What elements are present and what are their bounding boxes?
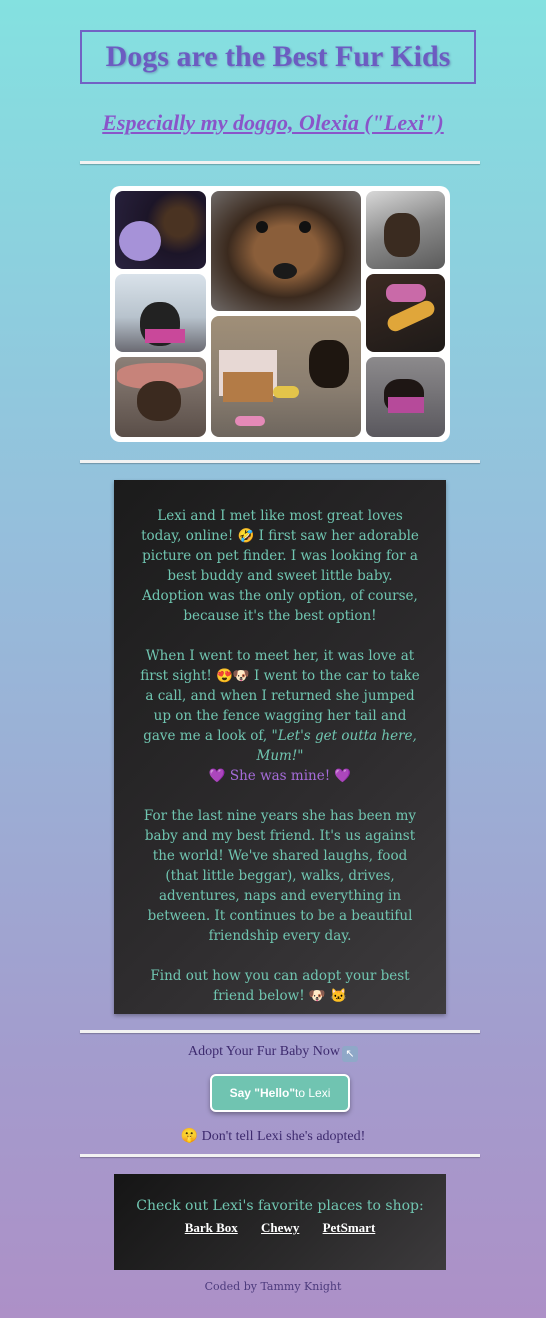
secret-note: 🤫 Don't tell Lexi she's adopted!: [180, 1129, 366, 1144]
story-she-was-mine: 💜 She was mine! 💜: [208, 768, 352, 784]
divider: [80, 1154, 480, 1157]
divider: [80, 1030, 480, 1033]
say-hello-button-rest: to Lexi: [295, 1086, 331, 1100]
link-petsmart[interactable]: PetSmart: [323, 1220, 376, 1235]
say-hello-button[interactable]: Say "Hello" to Lexi: [210, 1074, 350, 1112]
adopt-line: Adopt Your Fur Baby Now ↖: [0, 1044, 546, 1062]
say-hello-button-bold: Say "Hello": [229, 1086, 296, 1100]
photo-lexi-blanket: [115, 191, 206, 269]
shop-links: Bark Box Chewy PetSmart: [114, 1220, 446, 1236]
page-subtitle: Especially my doggo, Olexia ("Lexi"): [102, 110, 444, 135]
photo-lexi-barkbox: [211, 316, 361, 437]
story-quote: "Let's get outta here, Mum!": [256, 728, 417, 764]
story-paragraph-3: For the last nine years she has been my …: [143, 808, 417, 944]
adopt-text: Adopt Your Fur Baby Now: [187, 1044, 341, 1059]
shop-card: Check out Lexi's favorite places to shop…: [114, 1174, 446, 1270]
photo-lexi-sweater: [366, 357, 445, 437]
divider: [80, 161, 480, 164]
photo-lexi-closeup: [211, 191, 361, 311]
photo-lexi-toy: [366, 274, 445, 352]
footer-credit: Coded by Tammy Knight: [204, 1280, 342, 1293]
title-box: Dogs are the Best Fur Kids: [80, 30, 476, 84]
photo-collage: [110, 186, 450, 442]
shop-title: Check out Lexi's favorite places to shop…: [136, 1198, 424, 1214]
link-bark-box[interactable]: Bark Box: [185, 1220, 238, 1235]
story-paragraph-4: Find out how you can adopt your best fri…: [150, 968, 410, 1004]
arrow-up-left-icon: ↖: [342, 1046, 359, 1062]
photo-lexi-pillow: [115, 357, 206, 437]
story-paragraph-1: Lexi and I met like most great loves tod…: [141, 508, 419, 624]
divider: [80, 460, 480, 463]
story-card: Lexi and I met like most great loves tod…: [114, 480, 446, 1014]
photo-lexi-car: [366, 191, 445, 269]
link-chewy[interactable]: Chewy: [261, 1220, 299, 1235]
page-title: Dogs are the Best Fur Kids: [105, 40, 451, 73]
photo-lexi-window: [115, 274, 206, 352]
story-paragraph-2: When I went to meet her, it was love at …: [136, 646, 424, 786]
